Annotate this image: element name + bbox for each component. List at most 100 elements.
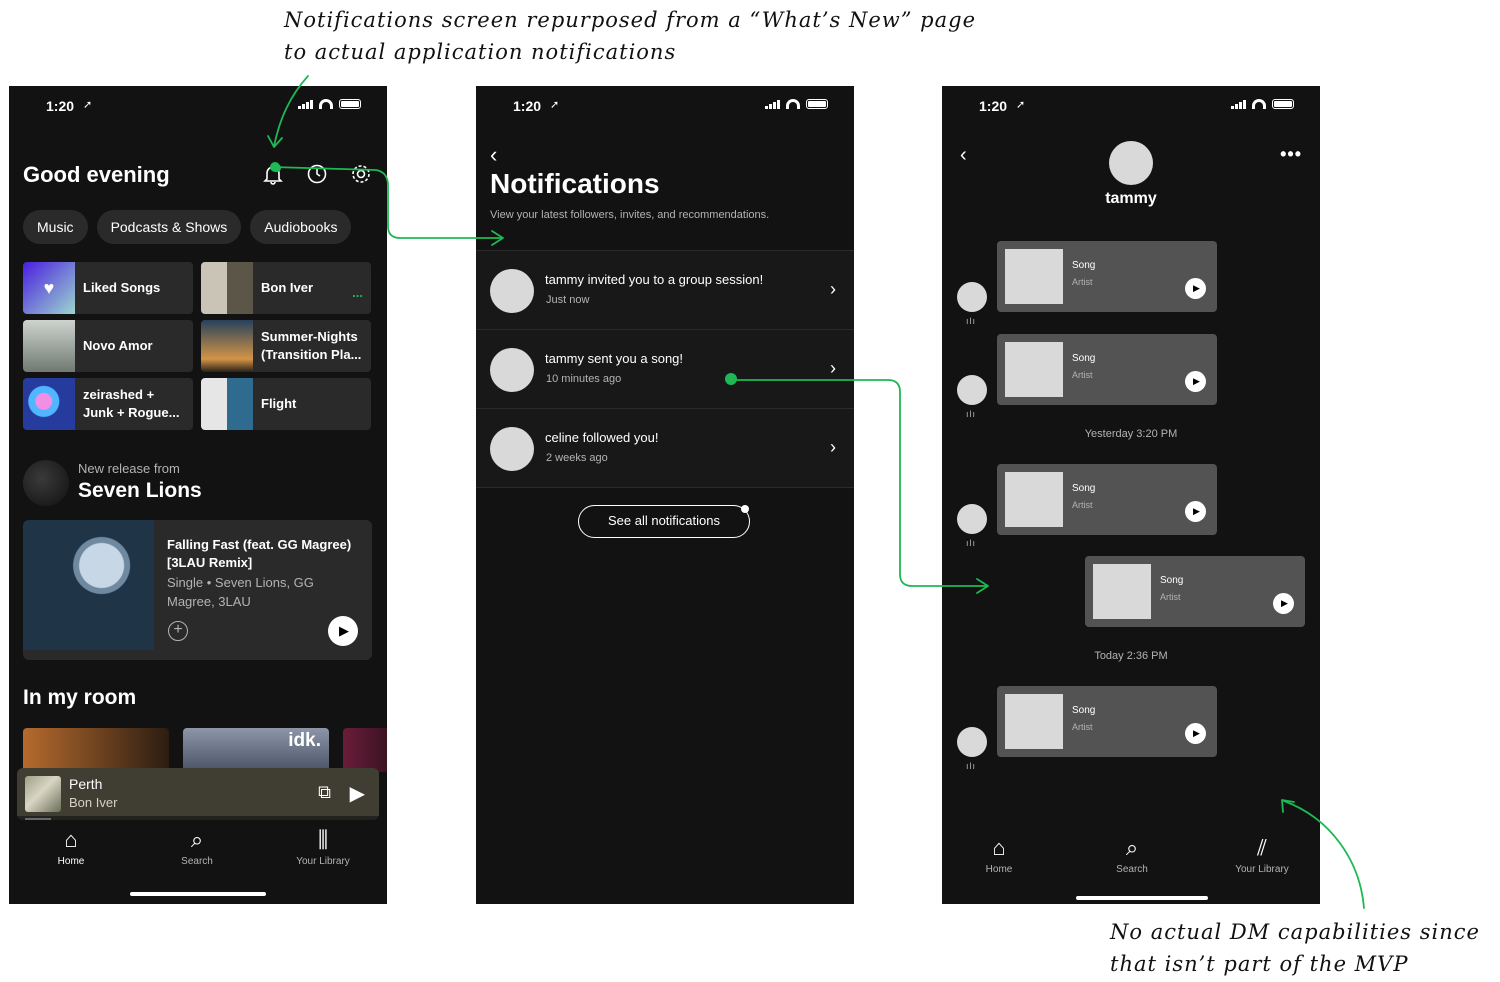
- home-indicator: [130, 892, 266, 896]
- release-subtitle: New release from: [78, 461, 180, 476]
- profile-name: tammy: [1105, 190, 1157, 207]
- room-tile-text: idk.: [288, 730, 321, 751]
- gear-icon[interactable]: [349, 162, 373, 186]
- release-track-title: Falling Fast (feat. GG Magree) [3LAU Rem…: [167, 537, 352, 570]
- avatar: [490, 348, 534, 392]
- history-icon[interactable]: [305, 162, 329, 186]
- notification-time: 2 weeks ago: [546, 452, 608, 464]
- location-icon: ➚: [83, 99, 93, 111]
- room-tile[interactable]: [343, 728, 387, 772]
- album-art: [201, 378, 253, 430]
- play-icon[interactable]: ▶: [350, 781, 365, 806]
- song-name: Song: [1072, 353, 1096, 364]
- shortcut-label: Liked Songs: [83, 280, 161, 295]
- shortcut-liked-songs[interactable]: ♥ Liked Songs: [23, 262, 193, 314]
- tab-label: Your Library: [1235, 864, 1289, 875]
- chip-audiobooks[interactable]: Audiobooks: [250, 210, 352, 244]
- back-icon[interactable]: ‹: [490, 142, 497, 168]
- song-art: [1005, 694, 1063, 749]
- shortcut-grid: ♥ Liked Songs Bon Iver ... Novo Amor Sum…: [23, 262, 371, 430]
- mini-player[interactable]: Perth Bon Iver ⧉ ▶: [17, 768, 379, 820]
- release-card[interactable]: Falling Fast (feat. GG Magree) [3LAU Rem…: [23, 520, 372, 660]
- tab-label: Search: [1116, 864, 1148, 875]
- profile-avatar[interactable]: [1109, 141, 1153, 185]
- back-icon[interactable]: ‹: [960, 144, 967, 167]
- chip-music[interactable]: Music: [23, 210, 88, 244]
- play-button[interactable]: ▶: [1185, 723, 1206, 744]
- wifi-icon: [1252, 99, 1266, 109]
- status-time: 1:20: [46, 98, 75, 114]
- battery-icon: [806, 99, 828, 109]
- song-art: [1005, 249, 1063, 304]
- more-icon[interactable]: •••: [1280, 144, 1302, 165]
- tab-bar: ⌂ Home ⌕ Search ⫽ Your Library: [942, 816, 1320, 904]
- notification-list: tammy invited you to a group session! Ju…: [476, 250, 854, 488]
- tab-home[interactable]: ⌂ Home: [949, 834, 1049, 875]
- battery-icon: [339, 99, 361, 109]
- wifi-icon: [786, 99, 800, 109]
- shortcut-label: Flight: [261, 396, 297, 411]
- song-message[interactable]: Song Artist ▶: [997, 241, 1217, 312]
- play-button[interactable]: ▶: [1185, 501, 1206, 522]
- tab-home[interactable]: ⌂ Home: [21, 826, 121, 867]
- room-tile[interactable]: idk.: [183, 728, 329, 772]
- play-button[interactable]: ▶: [1185, 371, 1206, 392]
- add-icon[interactable]: +: [168, 621, 188, 641]
- song-artist: Artist: [1072, 370, 1093, 380]
- release-art: [23, 520, 154, 650]
- mini-player-art: [25, 776, 61, 812]
- dm-screen: 1:20 ➚ ‹ ••• tammy ılı Song Artist ▶ ılı…: [942, 86, 1320, 904]
- tab-search[interactable]: ⌕ Search: [147, 826, 247, 867]
- tab-label: Home: [985, 864, 1013, 875]
- song-art: [1005, 472, 1063, 527]
- notification-item[interactable]: tammy invited you to a group session! Ju…: [476, 251, 854, 330]
- shortcut-label: Summer-Nights (Transition Pla...: [261, 329, 362, 362]
- more-icon[interactable]: ...: [352, 285, 363, 300]
- shortcut-flight[interactable]: Flight: [201, 378, 371, 430]
- chevron-right-icon: ›: [830, 358, 836, 378]
- song-artist: Artist: [1072, 277, 1093, 287]
- signal-icon: [765, 99, 780, 109]
- notification-time: 10 minutes ago: [546, 373, 622, 385]
- annotation-notifications: Notifications screen repurposed from a “…: [284, 8, 977, 64]
- song-name: Song: [1072, 260, 1096, 271]
- song-message[interactable]: Song Artist ▶: [997, 334, 1217, 405]
- notification-text: tammy invited you to a group session!: [545, 272, 764, 287]
- avatar: [957, 727, 987, 757]
- greeting-title: Good evening: [23, 162, 170, 187]
- album-art: [201, 320, 253, 372]
- tab-library[interactable]: ⫽ Your Library: [1212, 834, 1312, 875]
- room-tile[interactable]: [23, 728, 169, 772]
- song-artist: Artist: [1072, 500, 1093, 510]
- shortcut-summer-nights[interactable]: Summer-Nights (Transition Pla...: [201, 320, 371, 372]
- tab-search[interactable]: ⌕ Search: [1082, 834, 1182, 875]
- shortcut-novo-amor[interactable]: Novo Amor: [23, 320, 193, 372]
- notification-item[interactable]: tammy sent you a song! 10 minutes ago ›: [476, 330, 854, 409]
- home-screen: 1:20 ➚ Good evening Music Podcasts & Sho…: [9, 86, 387, 904]
- unread-dot: [741, 505, 749, 513]
- song-message[interactable]: Song Artist ▶: [997, 686, 1217, 757]
- play-button[interactable]: ▶: [1185, 278, 1206, 299]
- release-artist[interactable]: Seven Lions: [78, 479, 202, 503]
- avatar: [957, 504, 987, 534]
- library-icon: ⫼: [317, 827, 329, 852]
- search-icon: ⌕: [190, 827, 204, 852]
- chevron-right-icon: ›: [830, 279, 836, 299]
- artist-avatar[interactable]: [23, 460, 69, 506]
- bell-icon[interactable]: [261, 162, 285, 186]
- notification-item[interactable]: celine followed you! 2 weeks ago ›: [476, 409, 854, 488]
- song-name: Song: [1072, 705, 1096, 716]
- song-message-sent[interactable]: Song Artist ▶: [1085, 556, 1305, 627]
- devices-icon[interactable]: ⧉: [318, 782, 331, 803]
- shortcut-blend[interactable]: zeirashed + Junk + Rogue...: [23, 378, 193, 430]
- filter-chips: Music Podcasts & Shows Audiobooks: [23, 210, 352, 244]
- tab-library[interactable]: ⫼ Your Library: [273, 826, 373, 867]
- shortcut-bon-iver[interactable]: Bon Iver ...: [201, 262, 371, 314]
- play-button[interactable]: ▶: [328, 616, 358, 646]
- chip-podcasts[interactable]: Podcasts & Shows: [96, 210, 242, 244]
- song-message[interactable]: Song Artist ▶: [997, 464, 1217, 535]
- see-all-notifications-button[interactable]: See all notifications: [578, 505, 750, 538]
- play-button[interactable]: ▶: [1273, 593, 1294, 614]
- page-subtitle: View your latest followers, invites, and…: [490, 209, 770, 221]
- location-icon: ➚: [1016, 99, 1026, 111]
